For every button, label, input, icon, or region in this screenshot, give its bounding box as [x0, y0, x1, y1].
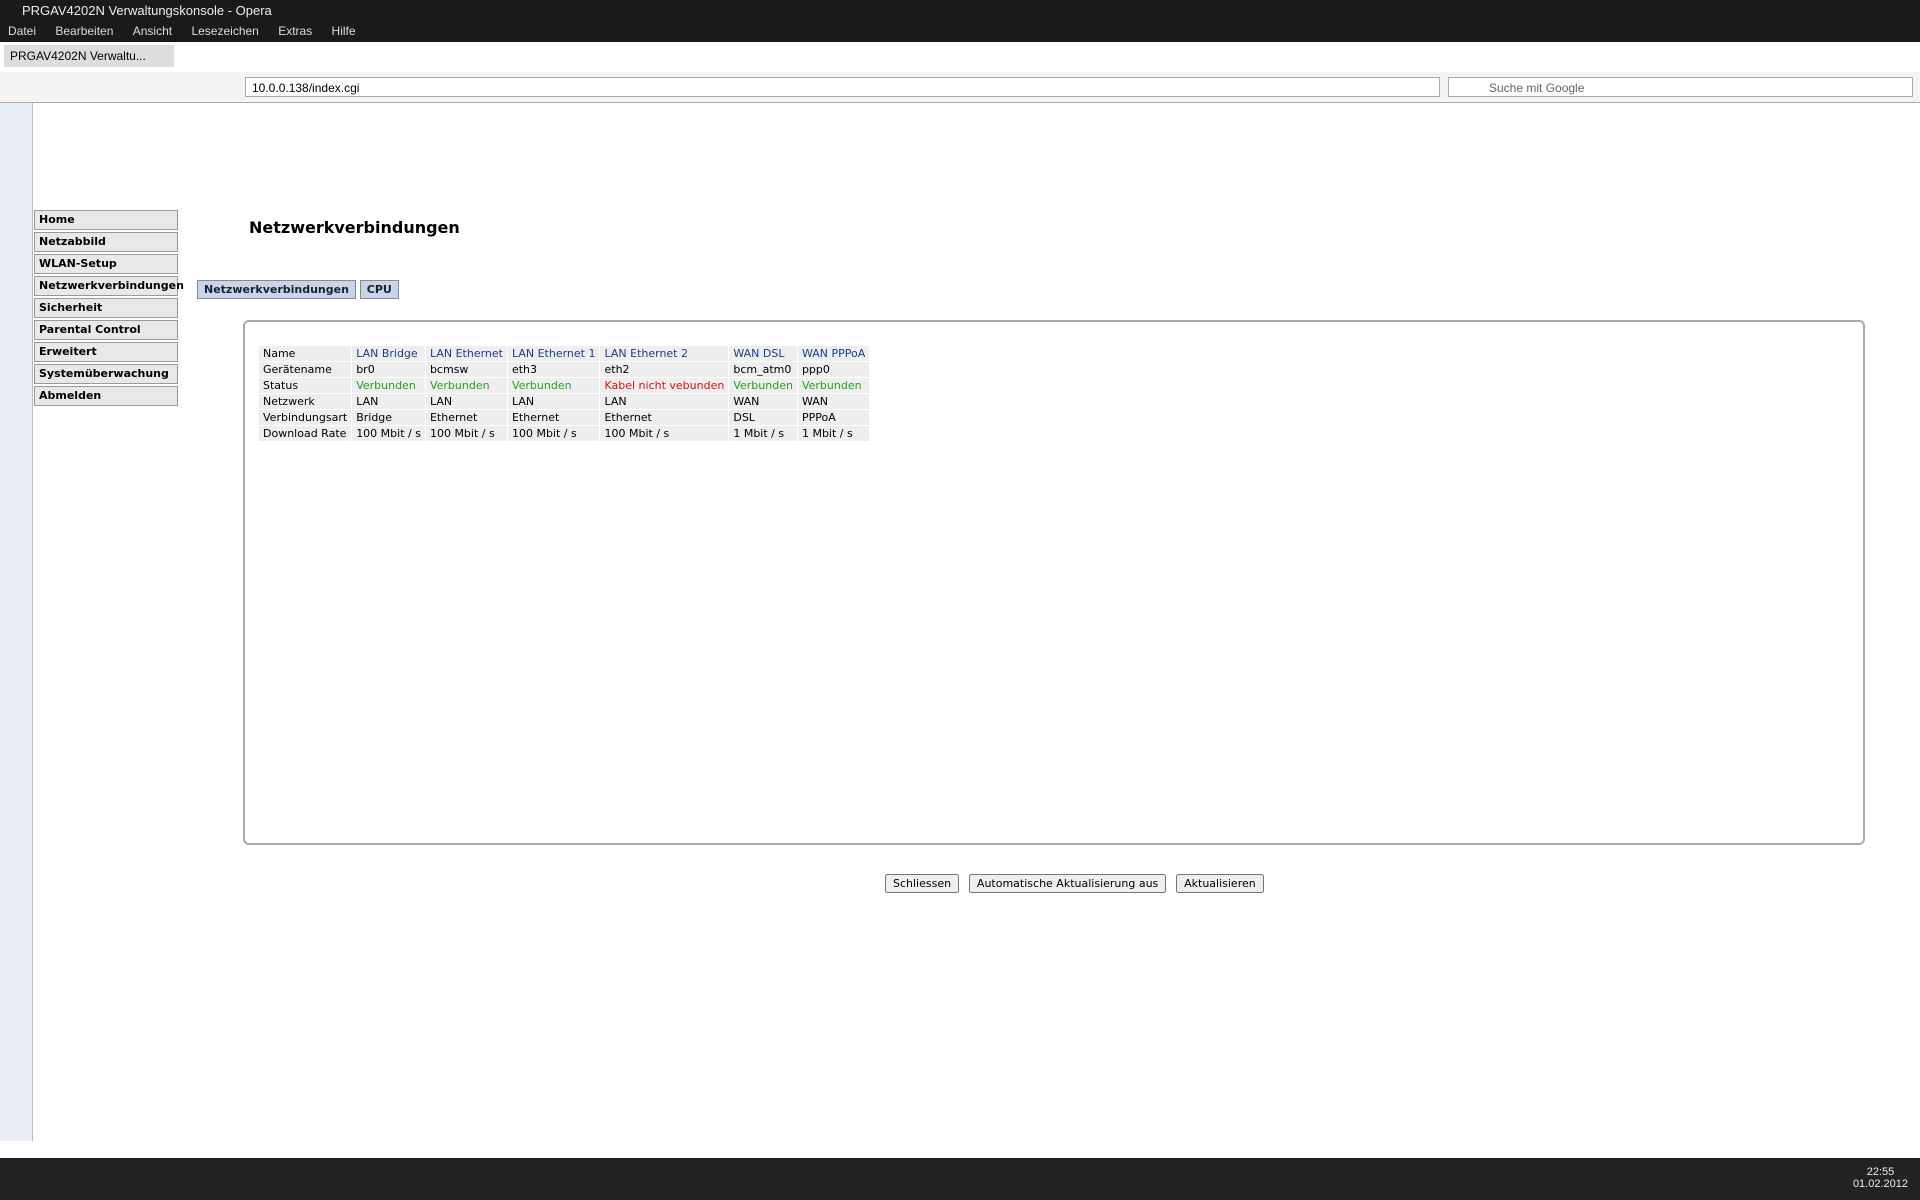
nav-netzabbild[interactable]: Netzabbild [34, 232, 178, 252]
search-field[interactable]: Suche mit Google [1448, 77, 1913, 97]
opera-side-panel [0, 103, 33, 1141]
cell: Verbunden [424, 377, 508, 394]
cell: Ethernet [599, 409, 730, 426]
cell: 100 Mbit / s [599, 425, 730, 442]
refresh-button[interactable]: Aktualisieren [1176, 874, 1264, 893]
clock-time: 22:55 [1866, 1166, 1895, 1178]
col-header[interactable]: WAN DSL [728, 345, 798, 362]
table-row: Status Verbunden Verbunden Verbunden Kab… [257, 377, 871, 394]
col-header: Name [257, 345, 353, 362]
nav-systemueberwachung[interactable]: Systemüberwachung [34, 364, 178, 384]
nav-parental-control[interactable]: Parental Control [34, 320, 178, 340]
auto-refresh-button[interactable]: Automatische Aktualisierung aus [968, 874, 1167, 893]
cell: 1 Mbit / s [796, 425, 871, 442]
nav-abmelden[interactable]: Abmelden [34, 386, 178, 406]
cell: Bridge [351, 409, 426, 426]
connections-table: Name LAN Bridge LAN Ethernet LAN Etherne… [257, 345, 871, 442]
menu-datei[interactable]: Datei [0, 22, 44, 40]
cell: Ethernet [506, 409, 601, 426]
col-header[interactable]: LAN Ethernet 2 [599, 345, 730, 362]
table-row: Verbindungsart Bridge Ethernet Ethernet … [257, 409, 871, 426]
cell: Verbunden [506, 377, 601, 394]
nav-wlan-setup[interactable]: WLAN-Setup [34, 254, 178, 274]
nav-netzwerkverbindungen[interactable]: Netzwerkverbindungen [34, 276, 184, 296]
tab-cpu[interactable]: CPU [359, 280, 399, 299]
address-bar: 10.0.0.138/index.cgi Suche mit Google [0, 72, 1920, 103]
menu-extras[interactable]: Extras [270, 22, 320, 40]
cell: LAN [424, 393, 508, 410]
cell: bcm_atm0 [728, 361, 798, 378]
cell: eth2 [599, 361, 730, 378]
table-row: Netzwerk LAN LAN LAN LAN WAN WAN [257, 393, 871, 410]
clock-date: 01.02.2012 [1852, 1178, 1908, 1190]
cell: Verbunden [728, 377, 798, 394]
taskbar: 22:55 01.02.2012 [0, 1158, 1920, 1200]
row-label: Status [257, 377, 353, 394]
cell: 100 Mbit / s [424, 425, 508, 442]
cell: PPPoA [796, 409, 871, 426]
cell: WAN [728, 393, 798, 410]
nav-sicherheit[interactable]: Sicherheit [34, 298, 178, 318]
menu-bearbeiten[interactable]: Bearbeiten [47, 22, 121, 40]
nav-home[interactable]: Home [34, 210, 178, 230]
window-title: PRGAV4202N Verwaltungskonsole - Opera [0, 0, 1920, 22]
url-field[interactable]: 10.0.0.138/index.cgi [245, 77, 1440, 97]
table-row: Gerätename br0 bcmsw eth3 eth2 bcm_atm0 … [257, 361, 871, 378]
cell: Kabel nicht vebunden [599, 377, 730, 394]
cell: br0 [351, 361, 426, 378]
cell: LAN [351, 393, 426, 410]
cell: 1 Mbit / s [728, 425, 798, 442]
menu-ansicht[interactable]: Ansicht [125, 22, 180, 40]
cell: 100 Mbit / s [506, 425, 601, 442]
cell: Verbunden [796, 377, 871, 394]
col-header[interactable]: LAN Ethernet 1 [506, 345, 601, 362]
page-title: Netzwerkverbindungen [249, 218, 460, 237]
table-row: Download Rate 100 Mbit / s 100 Mbit / s … [257, 425, 871, 442]
clock[interactable]: 22:55 01.02.2012 [1853, 1166, 1908, 1190]
nav-erweitert[interactable]: Erweitert [34, 342, 178, 362]
cell: WAN [796, 393, 871, 410]
tab-netzwerkverbindungen[interactable]: Netzwerkverbindungen [197, 280, 356, 299]
row-label: Download Rate [257, 425, 353, 442]
col-header[interactable]: WAN PPPoA [796, 345, 871, 362]
sidebar-nav: Home Netzabbild WLAN-Setup Netzwerkverbi… [34, 210, 184, 408]
action-buttons: Schliessen Automatische Aktualisierung a… [885, 874, 1270, 893]
cell: eth3 [506, 361, 601, 378]
menu-bar: Datei Bearbeiten Ansicht Lesezeichen Ext… [0, 22, 1920, 42]
cell: Verbunden [351, 377, 426, 394]
cell: LAN [506, 393, 601, 410]
row-label: Netzwerk [257, 393, 353, 410]
content-tabs: Netzwerkverbindungen CPU [197, 280, 399, 299]
cell: Ethernet [424, 409, 508, 426]
menu-hilfe[interactable]: Hilfe [324, 22, 364, 40]
cell: 100 Mbit / s [351, 425, 426, 442]
menu-lesezeichen[interactable]: Lesezeichen [183, 22, 266, 40]
browser-tab[interactable]: PRGAV4202N Verwaltu... [4, 45, 174, 67]
row-label: Gerätename [257, 361, 353, 378]
cell: DSL [728, 409, 798, 426]
col-header[interactable]: LAN Ethernet [424, 345, 508, 362]
header-row: Name LAN Bridge LAN Ethernet LAN Etherne… [257, 345, 871, 362]
cell: ppp0 [796, 361, 871, 378]
cell: LAN [599, 393, 730, 410]
close-button[interactable]: Schliessen [885, 874, 960, 893]
row-label: Verbindungsart [257, 409, 353, 426]
cell: bcmsw [424, 361, 508, 378]
col-header[interactable]: LAN Bridge [351, 345, 426, 362]
